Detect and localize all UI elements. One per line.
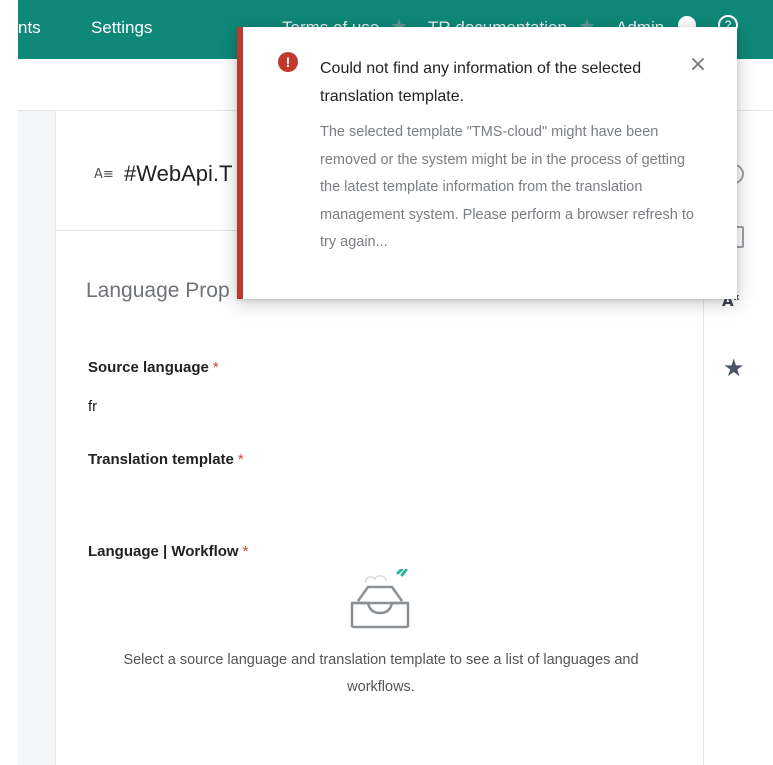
error-icon: ! [278,52,298,72]
translation-file-icon: A≡ [94,167,114,182]
source-language-value: fr [88,398,98,415]
translation-template-label-text: Translation template [88,451,234,468]
required-marker: * [237,451,244,468]
left-gutter [0,0,18,765]
required-marker: * [212,359,219,376]
error-notification: ! Could not find any information of the … [237,27,737,299]
empty-state-message: Select a source language and translation… [123,652,639,695]
star-icon[interactable]: ★ [723,354,745,382]
close-icon[interactable]: × [686,53,710,77]
translation-template-label: Translation template * [88,451,244,468]
notification-title: Could not find any information of the se… [320,60,642,105]
source-language-label: Source language * [88,359,219,376]
nav-settings[interactable]: Settings [91,18,152,38]
language-workflow-label-text: Language | Workflow [88,543,239,560]
page-title: #WebApi.T [124,161,233,186]
nav-components[interactable]: nts [18,18,41,38]
required-marker: * [242,543,249,560]
section-title: Language Prop [86,279,230,302]
notification-message: The selected template "TMS-cloud" might … [320,124,694,250]
source-language-label-text: Source language [88,359,209,376]
language-workflow-label: Language | Workflow * [88,543,248,560]
empty-inbox-icon [350,569,410,629]
